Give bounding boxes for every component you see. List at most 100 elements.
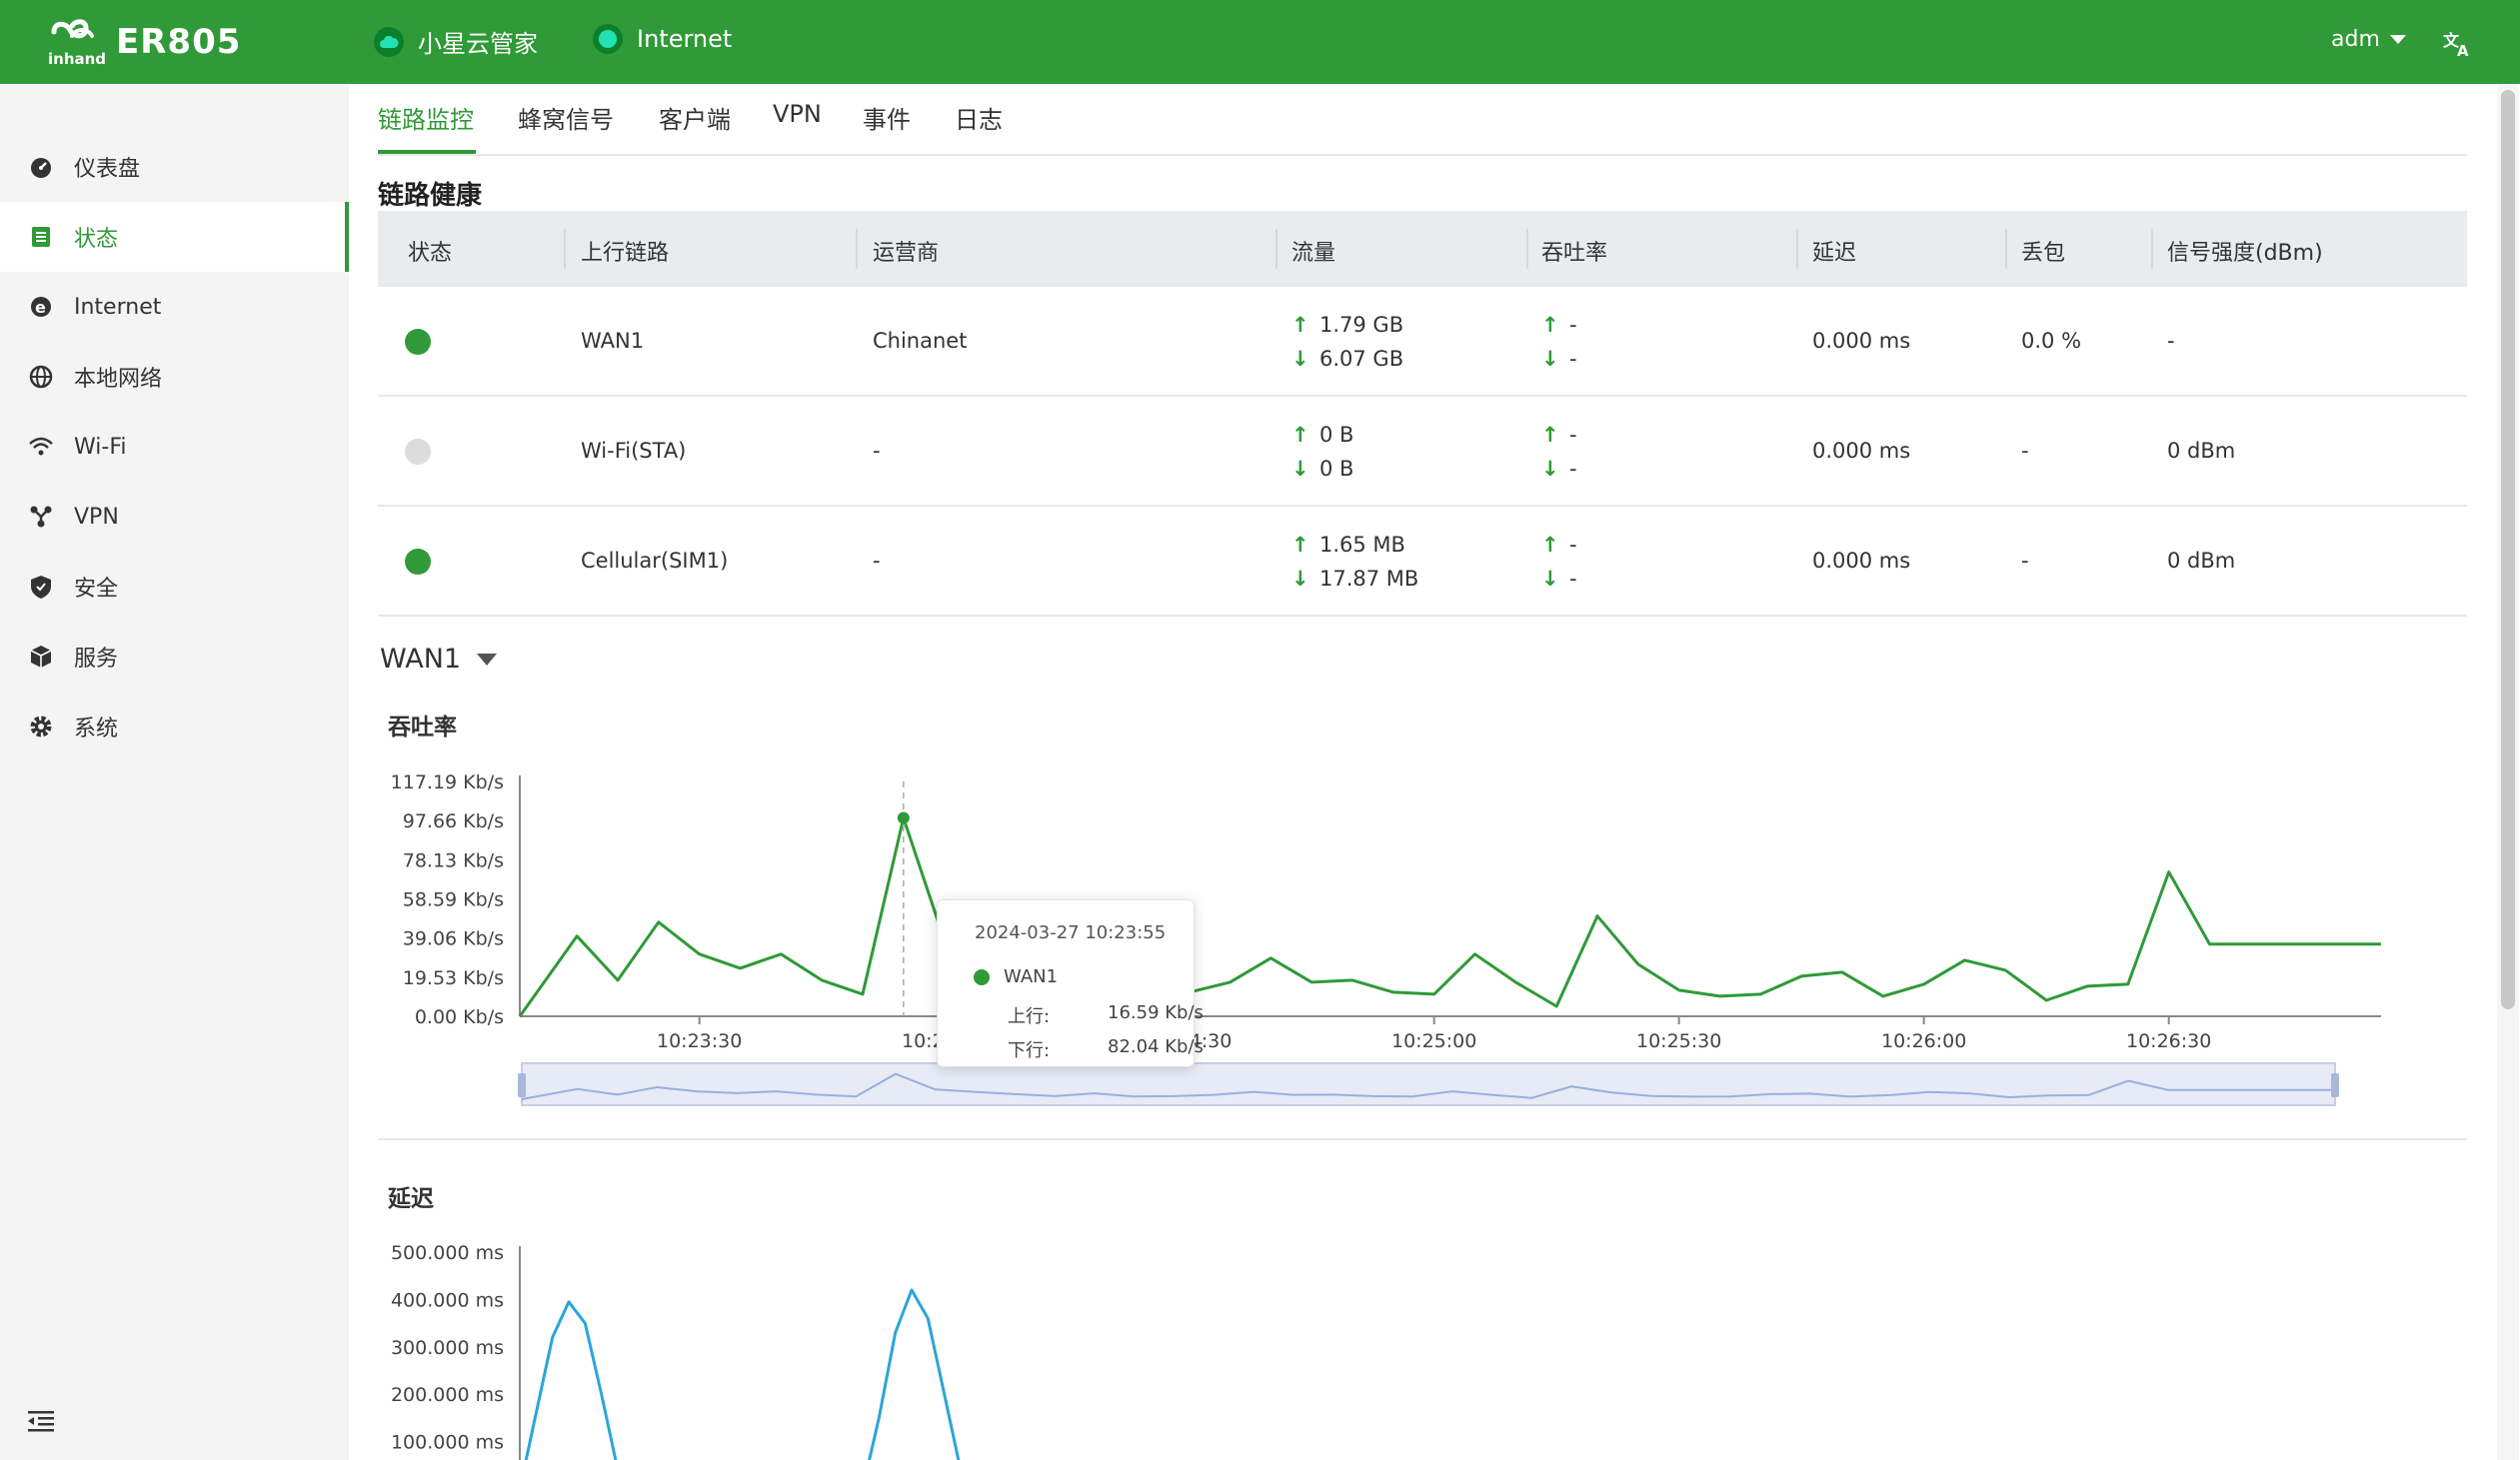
tooltip-up-row: 上行: 16.59 Kb/s: [1008, 1002, 1204, 1027]
uplink-selector[interactable]: WAN1: [380, 644, 498, 675]
latency-y-tick-label: 500.000 ms: [391, 1242, 504, 1264]
packet-loss-cell: -: [2021, 549, 2029, 573]
shield-icon: [31, 576, 51, 599]
series-dot-icon: [974, 968, 990, 985]
latency-y-tick-label: 400.000 ms: [391, 1289, 504, 1311]
scrollbar-thumb[interactable]: [2501, 90, 2515, 1009]
tab-events[interactable]: 事件: [863, 100, 911, 135]
latency-y-tick-label: 200.000 ms: [391, 1384, 504, 1406]
sidebar-item-label: VPN: [74, 504, 119, 530]
table-row: WAN1 Chinanet ↑ 1.79 GB ↓ 6.07 GB ↑ - ↓ - 0.…: [378, 287, 2467, 397]
link-health-table-header: 状态 上行链路 运营商 流量 吞吐率 延迟 丢包 信号强度(dBm): [378, 211, 2467, 287]
tab-link-monitor[interactable]: 链路监控: [378, 100, 474, 135]
throughput-up-cell: ↑ -: [1541, 533, 1577, 557]
arrow-up-icon: ↑: [1541, 313, 1559, 337]
svg-text:e: e: [35, 298, 46, 317]
column-header-carrier: 运营商: [873, 241, 940, 266]
arrow-up-icon: ↑: [1291, 423, 1309, 447]
zoom-handle-right: [2331, 1073, 2339, 1097]
brand-name: ER805: [116, 22, 242, 62]
sidebar-item-vpn[interactable]: VPN: [0, 482, 349, 552]
latency-cell: 0.000 ms: [1812, 329, 1911, 353]
signal-cell: 0 dBm: [2167, 439, 2236, 463]
x-tick-label: 10:25:00: [1391, 1030, 1476, 1052]
top-bar: inhand ER805 小星云管家 Internet adm 文 A: [0, 0, 2520, 84]
sidebar-item-label: 系统: [74, 717, 119, 741]
zoom-handle-left: [518, 1073, 526, 1097]
y-tick-label: 0.00 Kb/s: [415, 1006, 504, 1028]
status-online-dot: [405, 329, 431, 355]
tab-vpn[interactable]: VPN: [773, 100, 822, 128]
status-offline-dot: [405, 439, 431, 465]
y-tick-label: 39.06 Kb/s: [403, 928, 504, 950]
tooltip-down-row: 下行: 82.04 Kb/s: [1008, 1036, 1204, 1061]
y-tick-label: 97.66 Kb/s: [403, 810, 504, 832]
arrow-up-icon: ↑: [1291, 533, 1309, 557]
x-tick-label: 10:23:30: [657, 1030, 742, 1052]
collapse-sidebar-icon[interactable]: [26, 1409, 56, 1433]
cloud-status-icon: [374, 26, 404, 57]
internet-icon: e: [31, 297, 51, 317]
tab-clients[interactable]: 客户端: [659, 100, 731, 135]
internet-status-icon: [593, 24, 623, 54]
sidebar-item-dashboard[interactable]: 仪表盘: [0, 132, 349, 202]
sidebar-item-local-network[interactable]: 本地网络: [0, 342, 349, 412]
arrow-down-icon: ↓: [1291, 347, 1309, 371]
sidebar-item-wifi[interactable]: Wi-Fi: [0, 412, 349, 482]
tooltip-time: 2024-03-27 10:23:55: [975, 922, 1167, 943]
latency-series-line: [524, 1288, 961, 1460]
packet-loss-cell: -: [2021, 439, 2029, 463]
arrow-up-icon: ↑: [1541, 533, 1559, 557]
latency-y-tick-label: 100.000 ms: [391, 1432, 504, 1454]
traffic-down-cell: ↓ 17.87 MB: [1291, 567, 1419, 591]
tab-cellular-signal[interactable]: 蜂窝信号: [518, 100, 614, 135]
tabs-divider: [378, 154, 2467, 156]
x-tick-label: 10:26:00: [1881, 1030, 1966, 1052]
cloud-manager-status[interactable]: 小星云管家: [374, 24, 538, 59]
traffic-up-cell: ↑ 1.79 GB: [1291, 313, 1404, 337]
traffic-down-cell: ↓ 6.07 GB: [1291, 347, 1404, 371]
user-name: adm: [2331, 27, 2380, 52]
sidebar-item-services[interactable]: 服务: [0, 622, 349, 692]
chart-divider: [378, 1138, 2467, 1140]
latency-y-tick-label: 300.000 ms: [391, 1337, 504, 1359]
sidebar-item-status[interactable]: 状态: [0, 202, 349, 272]
wifi-icon: [29, 437, 53, 456]
carrier-cell: Chinanet: [873, 329, 968, 353]
logo[interactable]: inhand ER805: [44, 14, 241, 70]
throughput-chart-title: 吞吐率: [388, 715, 457, 740]
tab-logs[interactable]: 日志: [955, 100, 1003, 135]
uplink-cell: WAN1: [581, 329, 645, 353]
sidebar-item-label: 本地网络: [74, 367, 163, 392]
throughput-up-cell: ↑ -: [1541, 313, 1577, 337]
sidebar-item-system[interactable]: 系统: [0, 692, 349, 761]
arrow-down-icon: ↓: [1291, 567, 1309, 591]
throughput-down-cell: ↓ -: [1541, 347, 1577, 371]
sidebar-item-security[interactable]: 安全: [0, 552, 349, 622]
sidebar-item-label: Internet: [74, 294, 162, 320]
arrow-down-icon: ↓: [1541, 567, 1559, 591]
globe-icon: [29, 365, 53, 389]
column-header-status: 状态: [408, 241, 453, 266]
table-row: Wi-Fi(STA) - ↑ 0 B ↓ 0 B ↑ - ↓ - 0.000 ms - …: [378, 397, 2467, 507]
carrier-cell: -: [873, 549, 881, 573]
zoom-slider-track: [521, 1062, 2336, 1106]
inhand-logo-icon: inhand: [48, 19, 106, 68]
throughput-up-cell: ↑ -: [1541, 423, 1577, 447]
carrier-cell: -: [873, 439, 881, 463]
traffic-up-cell: ↑ 0 B: [1291, 423, 1354, 447]
internet-status[interactable]: Internet: [593, 24, 732, 54]
sidebar-item-label: 状态: [74, 227, 119, 252]
sidebar-item-internet[interactable]: e Internet: [0, 272, 349, 342]
column-header-traffic: 流量: [1291, 241, 1336, 266]
user-menu[interactable]: adm: [2331, 27, 2406, 52]
packet-loss-cell: 0.0 %: [2021, 329, 2082, 353]
x-tick-label: 10:26:30: [2126, 1030, 2211, 1052]
throughput-down-cell: ↓ -: [1541, 457, 1577, 481]
column-header-packet-loss: 丢包: [2021, 241, 2066, 266]
internet-status-label: Internet: [637, 25, 733, 53]
chart-tooltip: 2024-03-27 10:23:55 WAN1 上行: 16.59 Kb/s 下…: [937, 899, 1204, 1067]
y-tick-label: 58.59 Kb/s: [403, 889, 504, 911]
language-icon[interactable]: 文 A: [2441, 26, 2475, 60]
gear-icon: [30, 716, 52, 737]
